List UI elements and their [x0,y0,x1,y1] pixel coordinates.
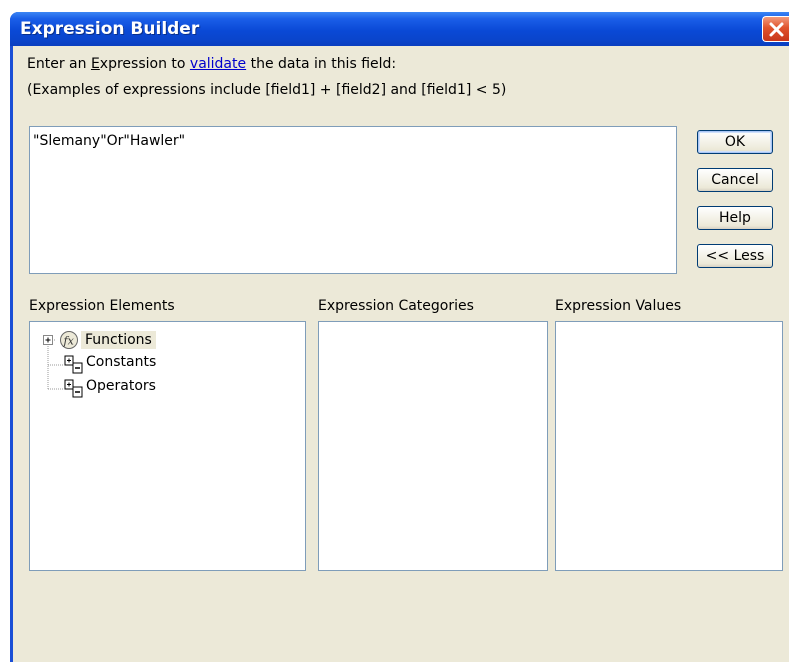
expression-elements-tree[interactable]: fx Functions Constants Operators [29,321,306,571]
svg-text:fx: fx [63,335,75,348]
prompt-accelerator: E [90,56,100,72]
folder-icon [64,355,83,374]
expression-builder-window: Expression Builder Enter an Expression t… [10,12,789,662]
title-bar[interactable]: Expression Builder [10,12,789,46]
tree-item-label: Operators [86,378,156,394]
tree-item-label: Functions [81,331,156,349]
close-icon [769,22,784,37]
help-button[interactable]: Help [697,206,773,230]
prompt-suffix: the data in this field: [246,56,397,72]
examples-text: (Examples of expressions include [field1… [27,82,507,98]
expression-categories-list[interactable] [318,321,548,571]
prompt-text: Enter an Expression to validate the data… [27,56,396,72]
prompt-prefix: Enter an [27,56,91,72]
expression-input[interactable]: "Slemany"Or"Hawler" [29,126,677,274]
values-label: Expression Values [555,298,682,314]
close-button[interactable] [762,16,789,42]
less-button[interactable]: << Less [697,244,773,268]
expand-plus-icon[interactable] [43,335,54,346]
function-icon: fx [60,331,78,349]
expression-value: "Slemany"Or"Hawler" [33,133,186,149]
folder-icon [64,379,83,398]
background-left [0,0,10,662]
categories-label: Expression Categories [318,298,474,314]
tree-item-label: Constants [86,354,157,370]
dialog-client-area: Enter an Expression to validate the data… [13,46,789,662]
expression-values-list[interactable] [555,321,783,571]
prompt-middle: xpression to [99,56,190,72]
cancel-button[interactable]: Cancel [697,168,773,192]
elements-label: Expression Elements [29,298,175,314]
window-title: Expression Builder [20,19,200,39]
validate-link[interactable]: validate [190,56,246,72]
ok-button[interactable]: OK [697,130,773,154]
